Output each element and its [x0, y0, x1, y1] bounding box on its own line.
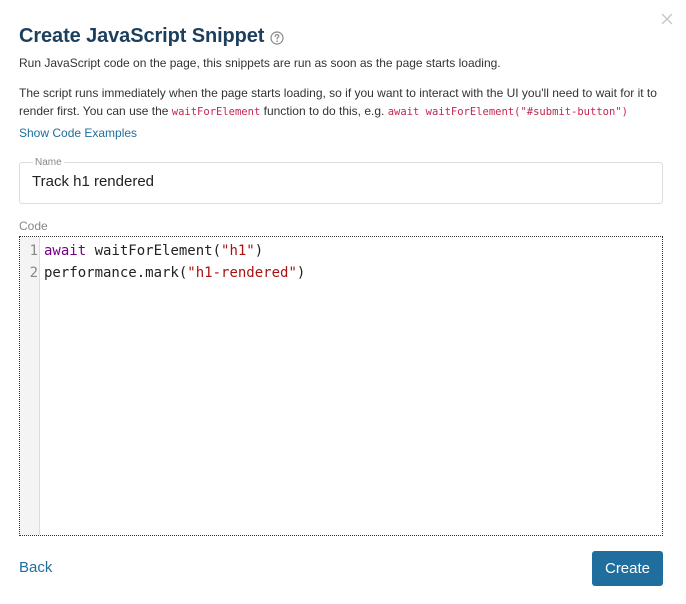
help-circle-icon[interactable] — [270, 30, 284, 45]
code-line[interactable]: await waitForElement("h1") — [44, 243, 263, 259]
instructions-text-2: function to do this, e.g. — [260, 104, 388, 118]
create-button[interactable]: Create — [592, 551, 663, 586]
dialog-subtitle: Run JavaScript code on the page, this sn… — [19, 56, 501, 70]
back-button[interactable]: Back — [19, 559, 52, 576]
line-gutter: 1 2 — [20, 237, 40, 535]
line-number: 2 — [29, 265, 38, 281]
code-keyword: await — [44, 243, 87, 259]
inline-code-function: waitForElement — [171, 106, 261, 118]
name-field[interactable]: Name — [19, 157, 663, 204]
code-text: ) — [254, 243, 264, 259]
code-text: performance.mark( — [44, 265, 188, 281]
code-label: Code — [19, 219, 48, 233]
close-icon[interactable] — [660, 12, 674, 26]
name-input[interactable] — [32, 173, 632, 190]
create-snippet-dialog: Create JavaScript Snippet Run JavaScript… — [0, 0, 686, 604]
code-string: "h1" — [221, 243, 255, 259]
code-line[interactable]: performance.mark("h1-rendered") — [44, 265, 305, 281]
code-text: ) — [296, 265, 306, 281]
code-text: waitForElement( — [86, 243, 222, 259]
title-row: Create JavaScript Snippet — [19, 25, 284, 48]
inline-code-example: await waitForElement("#submit-button") — [387, 106, 628, 118]
code-editor[interactable]: 1 2 await waitForElement("h1") performan… — [19, 236, 663, 536]
name-label: Name — [33, 157, 64, 168]
dialog-title: Create JavaScript Snippet — [19, 25, 265, 47]
code-string: "h1-rendered" — [187, 265, 297, 281]
line-number: 1 — [29, 243, 38, 259]
show-code-examples-link[interactable]: Show Code Examples — [19, 126, 137, 140]
instructions-paragraph: The script runs immediately when the pag… — [19, 84, 669, 121]
